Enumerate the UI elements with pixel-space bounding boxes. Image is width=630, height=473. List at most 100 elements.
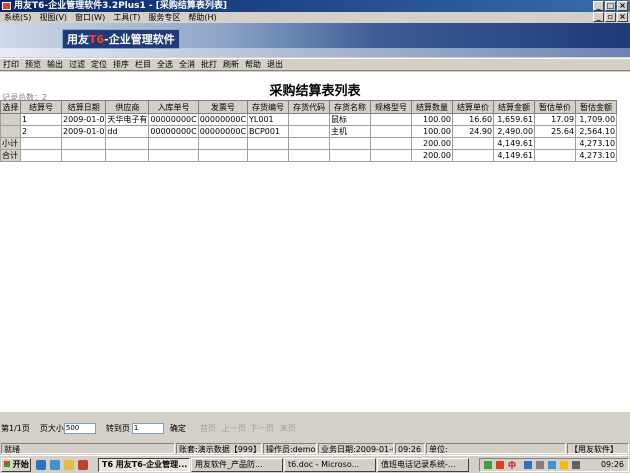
clock[interactable]: 09:26 bbox=[601, 460, 624, 469]
status-time: 09:26 bbox=[395, 443, 425, 454]
status-business-date: 业务日期:2009-01-09 bbox=[318, 443, 394, 454]
column-header[interactable]: 入库单号 bbox=[148, 100, 199, 114]
cell: 1,659.61 bbox=[493, 113, 536, 126]
close-button[interactable]: × bbox=[617, 1, 628, 11]
sort-button[interactable]: 排序 bbox=[110, 59, 132, 70]
column-header[interactable]: 选择 bbox=[0, 100, 21, 114]
column-header[interactable]: 发票号 bbox=[197, 100, 249, 114]
batch-print-button[interactable]: 批打 bbox=[198, 59, 220, 70]
subtotal-row: 小计 200.00 4,149.61 4,273.10 bbox=[0, 137, 618, 150]
cell: 00000000C bbox=[197, 125, 249, 138]
taskbar: 开始 T6 用友T6-企业管理... 用友软件_产品防... t6.doc - … bbox=[0, 455, 630, 473]
outlook-icon[interactable] bbox=[50, 460, 60, 470]
taskbar-task-browser[interactable]: 用友软件_产品防... bbox=[191, 458, 283, 472]
column-header[interactable]: 暂估金额 bbox=[575, 100, 618, 114]
child-minimize-button[interactable]: _ bbox=[593, 12, 604, 22]
column-header[interactable]: 结算日期 bbox=[60, 100, 107, 114]
confirm-button[interactable]: 确定 bbox=[170, 423, 186, 434]
tray-network-icon[interactable] bbox=[524, 461, 532, 469]
taskbar-task-t6[interactable]: T6 用友T6-企业管理... bbox=[98, 458, 190, 472]
locate-button[interactable]: 定位 bbox=[88, 59, 110, 70]
table-row[interactable]: 2 2009-01-0 dd 00000000C 00000000C BCP00… bbox=[0, 125, 618, 138]
tray-app-icon[interactable] bbox=[548, 461, 556, 469]
column-header[interactable]: 存货名称 bbox=[329, 100, 372, 114]
prev-page-button[interactable]: 上一页 bbox=[222, 423, 246, 434]
goto-page-input[interactable] bbox=[131, 422, 164, 434]
menu-window[interactable]: 窗口(W) bbox=[71, 12, 109, 23]
child-restore-button[interactable]: ▫ bbox=[605, 12, 616, 22]
cell bbox=[370, 137, 413, 150]
cell: 主机 bbox=[329, 125, 372, 138]
cell bbox=[197, 149, 249, 162]
page-info: 第1/1页 bbox=[1, 423, 30, 433]
page-size-label: 页大小 bbox=[39, 423, 64, 433]
child-close-button[interactable]: × bbox=[617, 12, 628, 22]
column-header[interactable]: 供应商 bbox=[105, 100, 150, 114]
print-button[interactable]: 打印 bbox=[0, 59, 22, 70]
column-header[interactable]: 结算号 bbox=[20, 100, 62, 114]
menu-system[interactable]: 系统(S) bbox=[0, 12, 35, 23]
page-size-input[interactable] bbox=[63, 422, 96, 434]
tray-app-icon[interactable] bbox=[536, 461, 544, 469]
status-brand: 【用友软件】 bbox=[567, 443, 629, 454]
cell bbox=[288, 149, 331, 162]
cell bbox=[247, 149, 290, 162]
settlement-table: 选择 结算号 结算日期 供应商 入库单号 发票号 存货编号 存货代码 存货名称 … bbox=[0, 100, 618, 162]
column-header[interactable]: 存货代码 bbox=[288, 100, 331, 114]
taskbar-task-phone-log[interactable]: 值班电话记录系统-... bbox=[377, 458, 469, 472]
last-page-button[interactable]: 末页 bbox=[280, 423, 296, 434]
menu-tools[interactable]: 工具(T) bbox=[109, 12, 144, 23]
start-button[interactable]: 开始 bbox=[1, 458, 31, 472]
column-header[interactable]: 暂估单价 bbox=[534, 100, 577, 114]
column-header[interactable]: 存货编号 bbox=[247, 100, 290, 114]
column-header[interactable]: 结算金额 bbox=[493, 100, 536, 114]
cell: 2 bbox=[20, 125, 62, 138]
row-selector[interactable] bbox=[0, 125, 21, 138]
table-row[interactable]: 1 2009-01-0 天华电子有 00000000C 00000000C YL… bbox=[0, 113, 618, 126]
cell: 4,273.10 bbox=[575, 137, 618, 150]
maximize-button[interactable]: □ bbox=[605, 1, 616, 11]
system-tray: 中 09:26 bbox=[479, 458, 629, 472]
select-all-button[interactable]: 全选 bbox=[154, 59, 176, 70]
columns-button[interactable]: 栏目 bbox=[132, 59, 154, 70]
menu-view[interactable]: 视图(V) bbox=[35, 12, 71, 23]
tray-app-icon[interactable] bbox=[496, 461, 504, 469]
menu-help[interactable]: 帮助(H) bbox=[184, 12, 220, 23]
row-label: 小计 bbox=[0, 137, 21, 150]
row-selector[interactable] bbox=[0, 113, 21, 126]
speaker-icon[interactable] bbox=[572, 461, 580, 469]
menu-service[interactable]: 服务专区 bbox=[144, 12, 184, 23]
tray-app-icon[interactable] bbox=[560, 461, 568, 469]
cell bbox=[247, 137, 290, 150]
menu-bar: 系统(S) 视图(V) 窗口(W) 工具(T) 服务专区 帮助(H) bbox=[0, 12, 630, 23]
next-page-button[interactable]: 下一页 bbox=[250, 423, 274, 434]
filter-button[interactable]: 过滤 bbox=[66, 59, 88, 70]
export-button[interactable]: 输出 bbox=[44, 59, 66, 70]
help-button[interactable]: 帮助 bbox=[242, 59, 264, 70]
cell: 1,709.00 bbox=[575, 113, 618, 126]
taskbar-task-word[interactable]: t6.doc - Microso... bbox=[284, 458, 376, 472]
ie-icon[interactable] bbox=[36, 460, 46, 470]
first-page-button[interactable]: 首页 bbox=[200, 423, 216, 434]
deselect-all-button[interactable]: 全消 bbox=[176, 59, 198, 70]
refresh-button[interactable]: 刷新 bbox=[220, 59, 242, 70]
column-header[interactable]: 结算单价 bbox=[452, 100, 495, 114]
column-header[interactable]: 规格型号 bbox=[370, 100, 413, 114]
cell: dd bbox=[105, 125, 150, 138]
cell bbox=[452, 149, 495, 162]
column-header[interactable]: 结算数量 bbox=[411, 100, 454, 114]
window-titlebar[interactable]: 用友T6-企业管理软件3.2Plus1 - [采购结算表列表] _ □ × bbox=[0, 0, 630, 12]
table-header: 选择 结算号 结算日期 供应商 入库单号 发票号 存货编号 存货代码 存货名称 … bbox=[0, 100, 618, 114]
product-logo: 用友T6-企业管理软件 bbox=[62, 29, 180, 49]
quicklaunch-icon[interactable] bbox=[78, 460, 88, 470]
status-account: 账套:演示数据【999】 bbox=[176, 443, 262, 454]
ime-indicator[interactable]: 中 bbox=[508, 460, 516, 471]
cell: 2009-01-0 bbox=[60, 113, 107, 126]
cell bbox=[197, 137, 249, 150]
minimize-button[interactable]: _ bbox=[593, 1, 604, 11]
explorer-icon[interactable] bbox=[64, 460, 74, 470]
exit-button[interactable]: 退出 bbox=[264, 59, 286, 70]
preview-button[interactable]: 预览 bbox=[22, 59, 44, 70]
cell bbox=[60, 149, 107, 162]
tray-app-icon[interactable] bbox=[484, 461, 492, 469]
